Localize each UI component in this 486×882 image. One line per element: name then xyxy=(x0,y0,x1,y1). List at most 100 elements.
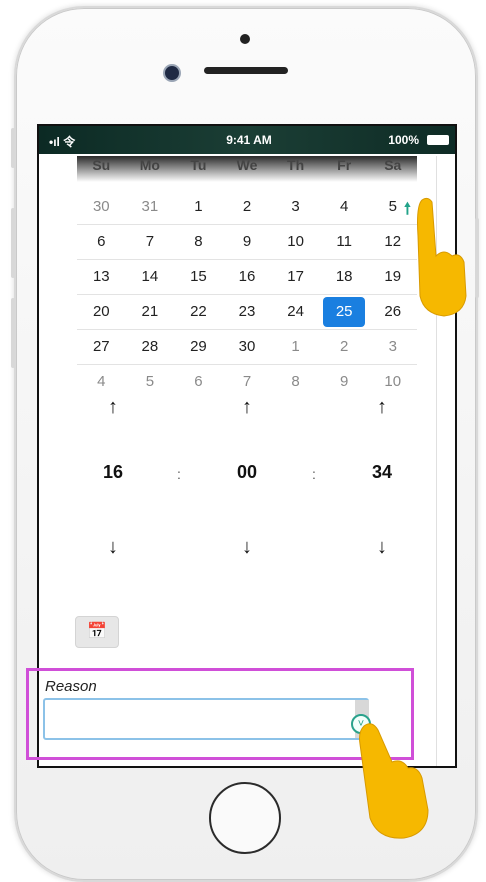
calendar-day[interactable]: 1 xyxy=(271,330,320,364)
calendar-day[interactable]: 3 xyxy=(271,190,320,224)
time-separator: : xyxy=(312,466,316,482)
calendar-day[interactable]: 7 xyxy=(126,225,175,259)
calendar-week-row: 4 5 6 7 8 9 10 xyxy=(77,365,417,399)
calendar-day[interactable]: 4 xyxy=(77,365,126,399)
calendar-day[interactable]: 30 xyxy=(77,190,126,224)
calendar-week-row: 27 28 29 30 1 2 3 xyxy=(77,330,417,365)
calendar-icon: 📅 xyxy=(87,623,107,640)
hour-up-arrow-icon[interactable]: ↑ xyxy=(101,396,125,419)
calendar-day[interactable]: 15 xyxy=(174,260,223,294)
calendar-day-number: 23 xyxy=(238,303,256,320)
second-value[interactable]: 34 xyxy=(362,462,402,483)
weekday-label: Sa xyxy=(384,157,402,173)
weekday-label: Th xyxy=(287,157,305,173)
calendar-day[interactable]: 9 xyxy=(223,225,272,259)
calendar-day[interactable]: 26 xyxy=(368,295,417,329)
calendar-day[interactable]: 17 xyxy=(271,260,320,294)
calendar-day[interactable]: 2 xyxy=(320,330,369,364)
calendar-day[interactable]: 8 xyxy=(271,365,320,399)
minute-value[interactable]: 00 xyxy=(227,462,267,483)
second-up-arrow-icon[interactable]: ↑ xyxy=(370,396,394,419)
calendar-day[interactable]: 30 xyxy=(223,330,272,364)
calendar-day-number: 15 xyxy=(190,268,207,285)
calendar-day[interactable]: 21 xyxy=(126,295,175,329)
calendar-day[interactable]: 9 xyxy=(320,365,369,399)
calendar-day-number: 22 xyxy=(190,303,207,320)
calendar-day-number: 10 xyxy=(287,233,304,250)
mute-switch xyxy=(11,128,15,168)
calendar-day-number: 30 xyxy=(92,198,110,215)
earpiece-speaker xyxy=(204,67,288,74)
calendar-day-number: 30 xyxy=(238,338,256,355)
calendar-day-number: 7 xyxy=(242,373,252,390)
calendar-week-row: 30 31 1 2 3 4 5 xyxy=(77,190,417,225)
calendar-day-number: 2 xyxy=(242,198,252,215)
calendar-day-number: 25 xyxy=(323,297,366,327)
calendar-day[interactable]: 2 xyxy=(223,190,272,224)
calendar-day-number: 17 xyxy=(287,268,304,285)
weekday-label: We xyxy=(236,157,258,173)
calendar-day[interactable]: 6 xyxy=(174,365,223,399)
calendar-day[interactable]: 18 xyxy=(320,260,369,294)
calendar-day-number: 3 xyxy=(388,338,397,355)
power-button xyxy=(475,218,479,298)
calendar-day-selected[interactable]: 25 xyxy=(320,295,369,329)
volume-up-button xyxy=(11,208,15,278)
hand-pointer-icon xyxy=(417,197,467,317)
calendar-day[interactable]: 12 xyxy=(368,225,417,259)
calendar-day[interactable]: 20 xyxy=(77,295,126,329)
calendar-day[interactable]: 11 xyxy=(320,225,369,259)
calendar-day-number: 19 xyxy=(384,268,402,285)
calendar-week-row: 13 14 15 16 17 18 19 xyxy=(77,260,417,295)
time-separator: : xyxy=(177,466,181,482)
calendar-day[interactable]: 19 xyxy=(368,260,417,294)
calendar-day[interactable]: 13 xyxy=(77,260,126,294)
weekday-label: Su xyxy=(92,157,111,173)
minute-up-arrow-icon[interactable]: ↑ xyxy=(235,396,259,419)
calendar-day[interactable]: 23 xyxy=(223,295,272,329)
calendar-day[interactable]: 29 xyxy=(174,330,223,364)
weekday-label: Tu xyxy=(190,157,207,173)
calendar-day-number: 20 xyxy=(92,303,110,320)
next-month-arrow-icon[interactable]: 🠕 xyxy=(404,198,411,225)
calendar-day-number: 8 xyxy=(291,373,300,390)
hour-down-arrow-icon[interactable]: ↓ xyxy=(101,536,125,559)
calendar-day[interactable]: 16 xyxy=(223,260,272,294)
calendar-grid: 30 31 1 2 3 4 5 6 7 8 9 10 11 12 13 14 15 16 17 18 19 20 21 22 2… xyxy=(77,190,417,399)
calendar-day-number: 9 xyxy=(340,373,349,390)
calendar-day[interactable]: 5 xyxy=(126,365,175,399)
home-button[interactable] xyxy=(209,782,281,854)
calendar-day-number: 12 xyxy=(384,233,402,250)
calendar-day-number: 1 xyxy=(291,338,300,355)
calendar-day-number: 2 xyxy=(340,338,349,355)
calendar-day-number: 6 xyxy=(194,373,203,390)
calendar-day[interactable]: 28 xyxy=(126,330,175,364)
hour-value[interactable]: 16 xyxy=(93,462,133,483)
front-sensor xyxy=(240,34,250,44)
calendar-toggle-button[interactable]: 📅 xyxy=(75,616,119,648)
calendar-day[interactable]: 24 xyxy=(271,295,320,329)
front-camera xyxy=(163,64,181,82)
calendar-day[interactable]: 4 xyxy=(320,190,369,224)
minute-down-arrow-icon[interactable]: ↓ xyxy=(235,536,259,559)
calendar-day[interactable]: 7 xyxy=(223,365,272,399)
calendar-day[interactable]: 27 xyxy=(77,330,126,364)
calendar-day[interactable]: 6 xyxy=(77,225,126,259)
calendar-day-number: 29 xyxy=(190,338,207,355)
calendar-day[interactable]: 22 xyxy=(174,295,223,329)
second-down-arrow-icon[interactable]: ↓ xyxy=(370,536,394,559)
calendar-day-number: 24 xyxy=(287,303,304,320)
calendar-day-number: 4 xyxy=(340,198,349,215)
calendar-day[interactable]: 1 xyxy=(174,190,223,224)
calendar-day[interactable]: 14 xyxy=(126,260,175,294)
calendar-day-number: 5 xyxy=(145,373,155,390)
calendar-day[interactable]: 8 xyxy=(174,225,223,259)
calendar-day-number: 11 xyxy=(336,233,352,250)
calendar-day[interactable]: 10 xyxy=(271,225,320,259)
calendar-day[interactable]: 3 xyxy=(368,330,417,364)
calendar-day[interactable]: 10 xyxy=(368,365,417,399)
calendar-day[interactable]: 31 xyxy=(126,190,175,224)
status-bar: •ıl 令 9:41 AM 100% xyxy=(39,126,455,154)
calendar-day-number: 4 xyxy=(97,373,106,390)
calendar-day-number: 26 xyxy=(384,303,402,320)
